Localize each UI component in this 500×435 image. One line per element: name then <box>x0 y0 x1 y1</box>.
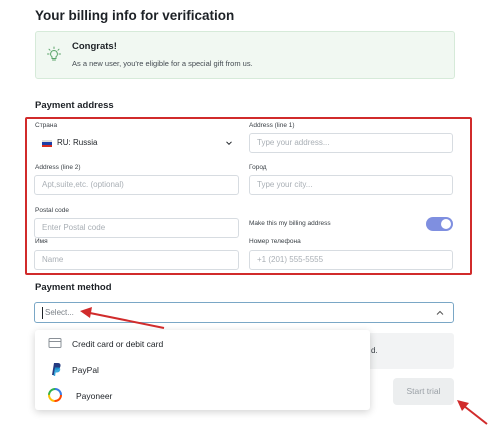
payment-method-dropdown: Credit card or debit card PayPal Payonee… <box>35 330 370 410</box>
country-select[interactable]: RU: Russia <box>34 133 240 153</box>
name-input[interactable]: Name <box>34 250 239 270</box>
text-caret <box>42 307 43 319</box>
option-payoneer-label: Payoneer <box>76 391 113 401</box>
address1-label: Address (line 1) <box>249 122 295 129</box>
payoneer-icon <box>48 388 62 402</box>
address2-label: Address (line 2) <box>35 164 81 171</box>
city-input[interactable]: Type your city... <box>249 175 453 195</box>
billing-toggle-label: Make this my billing address <box>249 220 331 227</box>
option-credit-card[interactable]: Credit card or debit card <box>35 331 370 357</box>
postal-label: Postal code <box>35 207 69 214</box>
option-paypal-label: PayPal <box>72 365 99 375</box>
russia-flag-icon <box>42 140 52 147</box>
payment-address-title: Payment address <box>35 100 114 111</box>
payment-method-placeholder: Select... <box>45 308 74 317</box>
address1-input[interactable]: Type your address... <box>249 133 453 153</box>
credit-card-icon <box>48 338 62 348</box>
congrats-text: As a new user, you're eligible for a spe… <box>72 59 253 68</box>
postal-input[interactable]: Enter Postal code <box>34 218 239 238</box>
arrow-to-start-trial <box>457 400 488 425</box>
hidden-note-tail: d. <box>371 346 378 355</box>
chevron-down-icon <box>226 141 232 146</box>
page-title: Your billing info for verification <box>35 8 235 23</box>
billing-address-toggle[interactable] <box>426 217 453 231</box>
phone-label: Номер телефона <box>249 238 301 245</box>
toggle-knob <box>441 219 451 229</box>
name-label: Имя <box>35 238 48 245</box>
phone-input[interactable]: +1 (201) 555-5555 <box>249 250 453 270</box>
option-credit-card-label: Credit card or debit card <box>72 339 164 349</box>
congrats-banner: Congrats! As a new user, you're eligible… <box>35 31 455 79</box>
city-label: Город <box>249 164 267 171</box>
start-trial-button[interactable]: Start trial <box>393 378 454 405</box>
country-label: Страна <box>35 122 58 129</box>
congrats-title: Congrats! <box>72 41 117 52</box>
chevron-up-icon <box>436 310 444 315</box>
address2-input[interactable]: Apt,suite,etc. (optional) <box>34 175 239 195</box>
option-paypal[interactable]: PayPal <box>35 357 370 383</box>
payment-method-select[interactable]: Select... <box>34 302 454 323</box>
option-payoneer[interactable]: Payoneer <box>35 383 370 409</box>
paypal-icon <box>52 363 61 376</box>
lightbulb-icon <box>47 46 61 61</box>
country-value: RU: Russia <box>57 138 98 147</box>
payment-method-title: Payment method <box>35 282 112 293</box>
